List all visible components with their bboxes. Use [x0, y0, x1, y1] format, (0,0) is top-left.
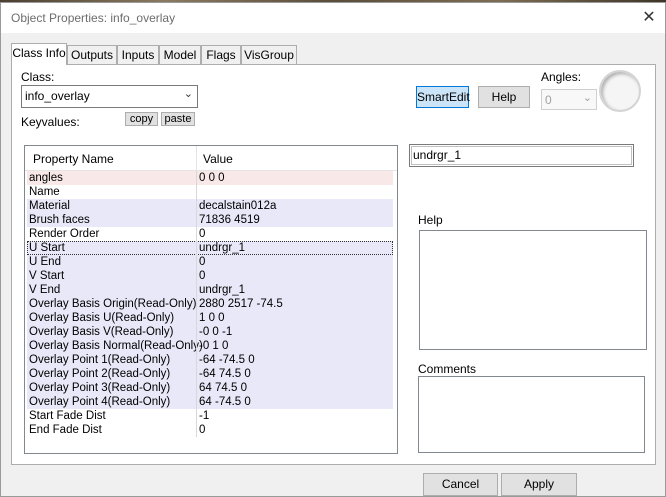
- row-key: Overlay Point 3(Read-Only): [29, 382, 171, 394]
- class-dropdown[interactable]: info_overlay ⌄: [21, 85, 198, 108]
- class-label: Class:: [21, 70, 55, 84]
- copy-button[interactable]: copy: [125, 112, 158, 126]
- row-value: 64 74.5 0: [199, 382, 247, 394]
- comments-label: Comments: [418, 362, 477, 376]
- chevron-down-icon: ⌄: [183, 88, 193, 100]
- value-edit-text: undrgr_1: [413, 148, 462, 162]
- grid-row-v-start[interactable]: V Start 0: [27, 269, 393, 283]
- row-key: Start Fade Dist: [29, 410, 106, 422]
- row-value: 0: [199, 228, 206, 240]
- value-edit-field[interactable]: undrgr_1: [409, 144, 634, 167]
- angle-dial[interactable]: [599, 70, 641, 112]
- keyvalue-grid[interactable]: Property Name Value angles 0 0 0 Name Mat…: [24, 145, 398, 454]
- object-properties-dialog: Object Properties: info_overlay ✕ Class …: [0, 2, 666, 497]
- grid-row-material[interactable]: Material decalstain012a: [27, 199, 393, 213]
- grid-row-overlay-basis-origin[interactable]: Overlay Basis Origin(Read-Only) 2880 2517…: [27, 297, 393, 311]
- row-key: Material: [29, 200, 70, 212]
- help-button[interactable]: Help: [478, 86, 530, 108]
- row-key: Overlay Point 2(Read-Only): [29, 368, 171, 380]
- row-key: End Fade Dist: [29, 424, 102, 436]
- tab-flags[interactable]: Flags: [201, 45, 241, 64]
- row-value: undrgr_1: [199, 284, 246, 296]
- row-value: 0: [199, 270, 206, 282]
- angles-dropdown-value: 0: [545, 93, 552, 107]
- title-bar: Object Properties: info_overlay ✕: [1, 3, 665, 33]
- row-value: 0: [199, 256, 206, 268]
- help-textbox: [419, 230, 647, 350]
- row-value: 1 0 0: [199, 312, 225, 324]
- row-value: -0 0 -1: [199, 326, 233, 338]
- row-value: -64 -74.5 0: [199, 354, 255, 366]
- row-value: -1: [199, 410, 210, 422]
- row-key: Overlay Basis V(Read-Only): [29, 326, 174, 338]
- class-dropdown-value: info_overlay: [25, 89, 90, 103]
- row-key: U End: [29, 256, 61, 268]
- grid-row-overlay-point-2[interactable]: Overlay Point 2(Read-Only) -64 74.5 0: [27, 367, 393, 381]
- row-value: 64 -74.5 0: [199, 396, 251, 408]
- row-key: V End: [29, 284, 61, 296]
- grid-row-u-start[interactable]: U Start undrgr_1: [27, 241, 393, 255]
- tab-class-info[interactable]: Class Info: [11, 43, 67, 65]
- column-header-property-name[interactable]: Property Name: [33, 152, 114, 166]
- cancel-button[interactable]: Cancel: [423, 473, 498, 496]
- grid-row-overlay-point-3[interactable]: Overlay Point 3(Read-Only) 64 74.5 0: [27, 381, 393, 395]
- angles-label: Angles:: [541, 70, 582, 84]
- row-key: Overlay Basis Normal(Read-Only): [29, 340, 203, 352]
- grid-row-name[interactable]: Name: [27, 185, 393, 199]
- row-value: undrgr_1: [199, 242, 246, 254]
- row-value: -0 1 0: [199, 340, 229, 352]
- help-label: Help: [418, 213, 443, 227]
- row-key: Name: [29, 186, 60, 198]
- row-key: Overlay Point 1(Read-Only): [29, 354, 171, 366]
- grid-row-u-end[interactable]: U End 0: [27, 255, 393, 269]
- grid-row-render-order[interactable]: Render Order 0: [27, 227, 393, 241]
- grid-row-v-end[interactable]: V End undrgr_1: [27, 283, 393, 297]
- row-value: -64 74.5 0: [199, 368, 251, 380]
- row-key: Render Order: [29, 228, 100, 240]
- row-value: 71836 4519: [199, 214, 260, 226]
- row-key: Overlay Basis U(Read-Only): [29, 312, 175, 324]
- smartedit-button[interactable]: SmartEdit: [416, 86, 470, 108]
- close-icon[interactable]: ✕: [637, 6, 661, 30]
- tab-inputs[interactable]: Inputs: [117, 45, 159, 64]
- grid-row-overlay-point-1[interactable]: Overlay Point 1(Read-Only) -64 -74.5 0: [27, 353, 393, 367]
- row-key: U Start: [29, 242, 65, 254]
- angles-dropdown[interactable]: 0 ⌄: [541, 89, 597, 110]
- grid-row-brush-faces[interactable]: Brush faces 71836 4519: [27, 213, 393, 227]
- paste-button[interactable]: paste: [161, 112, 195, 126]
- window-title: Object Properties: info_overlay: [11, 11, 176, 25]
- row-value: 2880 2517 -74.5: [199, 298, 283, 310]
- grid-row-overlay-basis-v[interactable]: Overlay Basis V(Read-Only) -0 0 -1: [27, 325, 393, 339]
- grid-row-end-fade-dist[interactable]: End Fade Dist 0: [27, 423, 393, 437]
- keyvalues-label: Keyvalues:: [21, 115, 80, 129]
- row-key: Overlay Point 4(Read-Only): [29, 396, 171, 408]
- row-value: decalstain012a: [199, 200, 277, 212]
- row-key: angles: [29, 172, 63, 184]
- row-value: 0: [199, 424, 206, 436]
- chevron-down-icon: ⌄: [582, 92, 592, 104]
- grid-row-angles[interactable]: angles 0 0 0: [27, 171, 393, 185]
- row-key: Brush faces: [29, 214, 90, 226]
- grid-row-overlay-point-4[interactable]: Overlay Point 4(Read-Only) 64 -74.5 0: [27, 395, 393, 409]
- row-value: 0 0 0: [199, 172, 225, 184]
- grid-row-overlay-basis-u[interactable]: Overlay Basis U(Read-Only) 1 0 0: [27, 311, 393, 325]
- tab-model[interactable]: Model: [159, 45, 201, 64]
- row-key: Overlay Basis Origin(Read-Only): [29, 298, 197, 310]
- tab-visgroup[interactable]: VisGroup: [241, 45, 297, 64]
- tab-outputs[interactable]: Outputs: [67, 45, 117, 64]
- grid-header: Property Name Value: [25, 146, 397, 171]
- grid-row-overlay-basis-normal[interactable]: Overlay Basis Normal(Read-Only) -0 1 0: [27, 339, 393, 353]
- apply-button[interactable]: Apply: [501, 473, 577, 496]
- column-header-value[interactable]: Value: [203, 152, 233, 166]
- row-key: V Start: [29, 270, 65, 282]
- grid-row-start-fade-dist[interactable]: Start Fade Dist -1: [27, 409, 393, 423]
- column-divider: [196, 146, 197, 170]
- comments-textbox[interactable]: [418, 376, 645, 453]
